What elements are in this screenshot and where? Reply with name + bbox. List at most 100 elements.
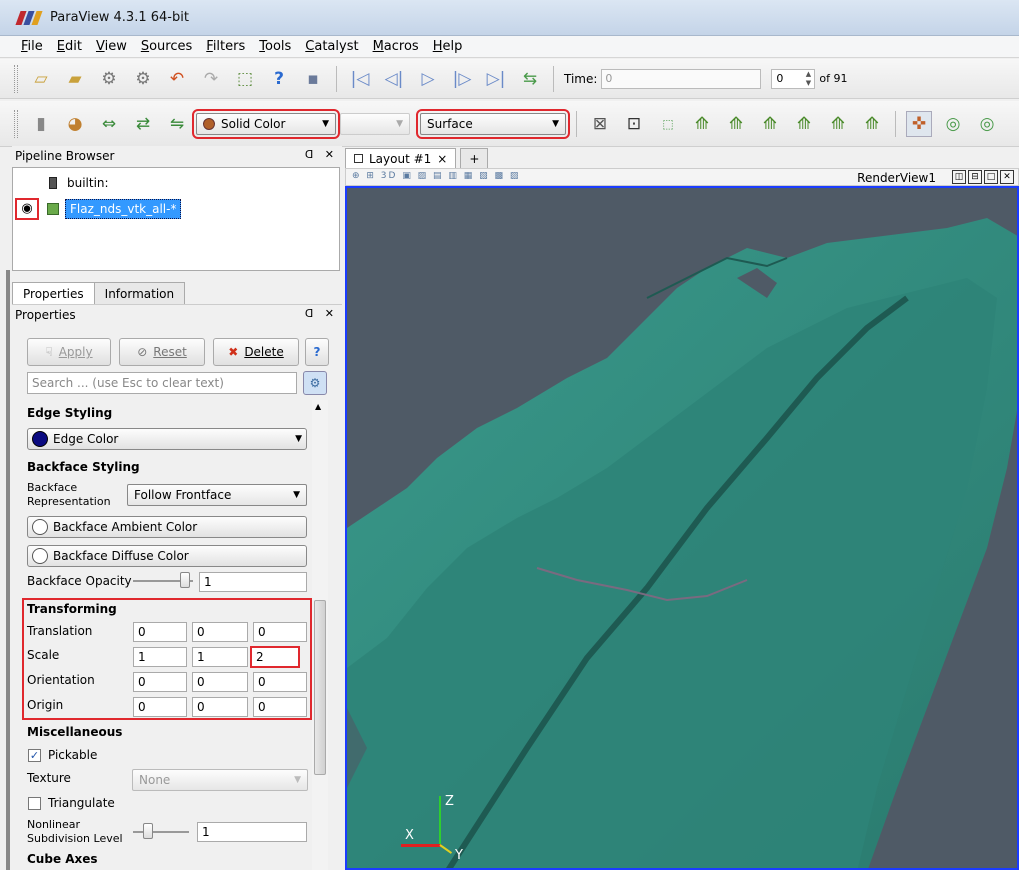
texture-combo[interactable]: None ▼ bbox=[132, 769, 308, 791]
dock-buttons[interactable]: ᗡ ✕ bbox=[305, 148, 338, 161]
nonlinear-subdivision-input[interactable]: 1 bbox=[197, 822, 307, 842]
search-input[interactable]: Search ... (use Esc to clear text) bbox=[27, 372, 297, 394]
redo-icon[interactable]: ↷ bbox=[198, 66, 224, 92]
connect-icon[interactable]: ⚙ bbox=[96, 66, 122, 92]
apply-button[interactable]: ☟ Apply bbox=[27, 338, 111, 366]
rescale-visible-icon[interactable]: ⇋ bbox=[164, 111, 190, 137]
origin-z-input[interactable]: 0 bbox=[253, 697, 307, 717]
center-axes-icon[interactable]: ✜ bbox=[906, 110, 932, 137]
representation-combo[interactable]: Surface ▼ bbox=[416, 108, 570, 139]
help-button[interactable]: ? bbox=[305, 338, 329, 366]
view-tool-icons[interactable]: ⊕ ⊞ 3D ▣ ▨ ▤ ▥ ▦ ▧ ▩ ▨ bbox=[352, 171, 520, 181]
spin-arrows-icon[interactable]: ▲ ▼ bbox=[802, 70, 814, 88]
zoom-to-box-icon[interactable]: ⬚ bbox=[655, 111, 681, 137]
delete-button[interactable]: ✖ Delete bbox=[213, 338, 299, 366]
dock-buttons[interactable]: ᗡ ✕ bbox=[305, 307, 338, 320]
orientation-x-input[interactable]: 0 bbox=[133, 672, 187, 692]
orientation-y-input[interactable]: 0 bbox=[192, 672, 248, 692]
zoom-to-data-icon[interactable]: ⊡ bbox=[621, 111, 647, 137]
pipeline-item-source[interactable]: ◉ Flaz_nds_vtk_all-* bbox=[13, 198, 182, 220]
backface-opacity-input[interactable]: 1 bbox=[199, 572, 307, 592]
set-view-minus-x-icon[interactable]: ⟰ bbox=[723, 111, 749, 137]
menu-macros[interactable]: Macros bbox=[366, 39, 426, 54]
backface-opacity-slider[interactable] bbox=[180, 572, 190, 588]
set-view-plus-z-icon[interactable]: ⟰ bbox=[825, 111, 851, 137]
previous-frame-icon[interactable]: ◁| bbox=[381, 66, 407, 92]
translation-x-input[interactable]: 0 bbox=[133, 622, 187, 642]
render-view[interactable]: Z X Y bbox=[345, 186, 1019, 870]
set-view-plus-x-icon[interactable]: ⟰ bbox=[689, 111, 715, 137]
backface-diffuse-color-button[interactable]: Backface Diffuse Color bbox=[27, 545, 307, 567]
close-view-icon[interactable]: ✕ bbox=[1000, 170, 1014, 184]
toolbar-grip[interactable] bbox=[14, 64, 18, 93]
orientation-z-input[interactable]: 0 bbox=[253, 672, 307, 692]
close-icon[interactable]: × bbox=[437, 152, 447, 166]
time-input[interactable]: 0 bbox=[601, 68, 762, 89]
backface-representation-combo[interactable]: Follow Frontface ▼ bbox=[127, 484, 307, 506]
menu-help[interactable]: Help bbox=[426, 39, 470, 54]
frame-spinbox[interactable]: 0 ▲ ▼ bbox=[771, 68, 816, 89]
tab-layout-1[interactable]: Layout #1 × bbox=[345, 148, 457, 168]
menu-view[interactable]: View bbox=[89, 39, 134, 54]
scrollbar-thumb[interactable] bbox=[314, 600, 326, 775]
set-view-minus-y-icon[interactable]: ⟰ bbox=[791, 111, 817, 137]
edit-color-map-icon[interactable]: ◕ bbox=[62, 111, 88, 137]
properties-scrollbar[interactable]: ▲ bbox=[312, 400, 328, 870]
component-combo[interactable]: ▼ bbox=[340, 112, 410, 135]
advanced-gear-icon[interactable]: ⚙ bbox=[303, 371, 327, 395]
scale-x-input[interactable]: 1 bbox=[133, 647, 187, 667]
tab-properties[interactable]: Properties bbox=[12, 282, 95, 304]
tab-information[interactable]: Information bbox=[93, 282, 186, 304]
undo-icon[interactable]: ↶ bbox=[164, 66, 190, 92]
camera-undo-icon[interactable]: ⬚ bbox=[232, 66, 258, 92]
loop-icon[interactable]: ⇆ bbox=[517, 66, 543, 92]
set-view-minus-z-icon[interactable]: ⟰ bbox=[859, 111, 885, 137]
reset-button[interactable]: ⊘ Reset bbox=[119, 338, 205, 366]
menu-sources[interactable]: Sources bbox=[134, 39, 199, 54]
nonlinear-subdivision-slider[interactable] bbox=[143, 823, 153, 839]
help-icon[interactable]: ? bbox=[266, 66, 292, 92]
save-folder-icon[interactable]: ▰ bbox=[62, 66, 88, 92]
last-frame-icon[interactable]: ▷| bbox=[483, 66, 509, 92]
rotate-90-ccw-icon[interactable]: ◎ bbox=[974, 111, 1000, 137]
rescale-range-icon[interactable]: ⇔ bbox=[96, 111, 122, 137]
scale-z-input[interactable]: 2 bbox=[250, 646, 300, 668]
origin-y-input[interactable]: 0 bbox=[192, 697, 248, 717]
menu-edit[interactable]: Edit bbox=[50, 39, 89, 54]
next-frame-icon[interactable]: |▷ bbox=[449, 66, 475, 92]
pick-center-icon[interactable]: ▪ bbox=[300, 66, 326, 92]
color-by-combo[interactable]: Solid Color ▼ bbox=[192, 108, 340, 139]
eye-visibility-icon[interactable]: ◉ bbox=[15, 198, 39, 220]
menu-catalyst[interactable]: Catalyst bbox=[298, 39, 365, 54]
rescale-custom-icon[interactable]: ⇄ bbox=[130, 111, 156, 137]
menu-filters[interactable]: Filters bbox=[199, 39, 252, 54]
play-icon[interactable]: ▷ bbox=[415, 66, 441, 92]
reset-camera-icon[interactable]: ⊠ bbox=[587, 111, 613, 137]
dock-splitter[interactable] bbox=[6, 270, 10, 870]
scale-y-input[interactable]: 1 bbox=[192, 647, 248, 667]
edge-color-button[interactable]: Edge Color ▼ bbox=[27, 428, 307, 450]
toolbar-grip[interactable] bbox=[14, 109, 18, 138]
split-horizontal-icon[interactable]: ◫ bbox=[952, 170, 966, 184]
translation-z-input[interactable]: 0 bbox=[253, 622, 307, 642]
triangulate-checkbox[interactable] bbox=[28, 797, 41, 810]
backface-ambient-color-button[interactable]: Backface Ambient Color bbox=[27, 516, 307, 538]
pipeline-item-builtin[interactable]: builtin: bbox=[49, 172, 109, 194]
menu-file[interactable]: File bbox=[14, 39, 50, 54]
translation-y-input[interactable]: 0 bbox=[192, 622, 248, 642]
toggle-color-legend-icon[interactable]: ▮ bbox=[28, 111, 54, 137]
pickable-checkbox[interactable]: ✓ bbox=[28, 749, 41, 762]
split-vertical-icon[interactable]: ⊟ bbox=[968, 170, 982, 184]
first-frame-icon[interactable]: |◁ bbox=[347, 66, 373, 92]
set-view-plus-y-icon[interactable]: ⟰ bbox=[757, 111, 783, 137]
maximize-icon[interactable]: □ bbox=[984, 170, 998, 184]
add-layout-tab[interactable]: + bbox=[460, 148, 489, 168]
origin-x-input[interactable]: 0 bbox=[133, 697, 187, 717]
open-folder-icon[interactable]: ▱ bbox=[28, 66, 54, 92]
menu-tools[interactable]: Tools bbox=[252, 39, 298, 54]
nonlinear-subdivision-track[interactable] bbox=[133, 831, 189, 833]
scroll-up-icon[interactable]: ▲ bbox=[315, 402, 321, 411]
disconnect-icon[interactable]: ⚙ bbox=[130, 66, 156, 92]
rotate-90-cw-icon[interactable]: ◎ bbox=[940, 111, 966, 137]
pipeline-tree[interactable]: builtin: ◉ Flaz_nds_vtk_all-* bbox=[12, 167, 340, 271]
